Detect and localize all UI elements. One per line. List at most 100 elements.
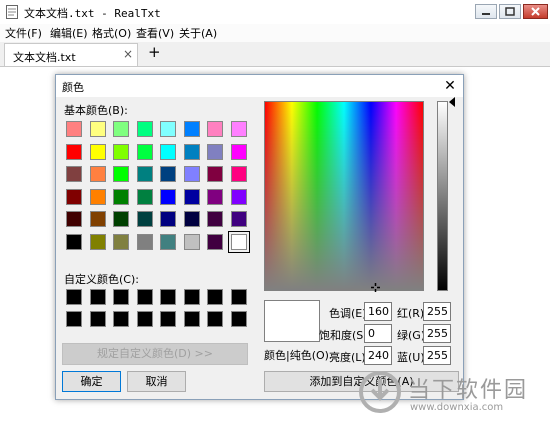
notepad-icon [6, 5, 18, 19]
minimize-button[interactable] [475, 4, 497, 19]
basic-color-swatch[interactable] [207, 211, 223, 227]
basic-color-swatch[interactable] [90, 144, 106, 160]
basic-color-swatch[interactable] [113, 144, 129, 160]
custom-color-swatch[interactable] [66, 311, 82, 327]
new-tab-button[interactable]: + [148, 43, 161, 61]
tab-bar: 文本文档.txt × + [0, 42, 550, 67]
custom-color-swatch[interactable] [160, 311, 176, 327]
basic-color-swatch[interactable] [231, 144, 247, 160]
basic-color-swatch[interactable] [137, 234, 153, 250]
custom-color-swatch[interactable] [231, 311, 247, 327]
basic-color-swatch[interactable] [66, 211, 82, 227]
custom-color-swatch[interactable] [137, 289, 153, 305]
basic-color-swatch[interactable] [66, 121, 82, 137]
basic-color-swatch[interactable] [184, 234, 200, 250]
color-dialog: 颜色 ✕ 基本颜色(B): 自定义颜色(C): 规定自定义颜色(D) >> 确定… [55, 74, 464, 400]
menu-about[interactable]: 关于(A) [179, 25, 217, 41]
cancel-button[interactable]: 取消 [127, 371, 186, 392]
menu-view[interactable]: 查看(V) [136, 25, 174, 41]
custom-color-swatch[interactable] [207, 311, 223, 327]
luminance-arrow-icon[interactable] [449, 97, 455, 107]
menu-bar: 文件(F) 编辑(E) 格式(O) 查看(V) 关于(A) [0, 24, 550, 42]
basic-color-swatch[interactable] [160, 144, 176, 160]
basic-color-swatch[interactable] [137, 166, 153, 182]
basic-color-swatch[interactable] [207, 144, 223, 160]
basic-color-swatch[interactable] [184, 166, 200, 182]
basic-color-swatch[interactable] [90, 211, 106, 227]
basic-color-swatch[interactable] [66, 166, 82, 182]
basic-color-swatch[interactable] [207, 166, 223, 182]
basic-color-swatch[interactable] [113, 121, 129, 137]
basic-color-swatch[interactable] [66, 234, 82, 250]
menu-file[interactable]: 文件(F) [5, 25, 42, 41]
ok-button[interactable]: 确定 [62, 371, 121, 392]
basic-color-swatch[interactable] [66, 144, 82, 160]
watermark-logo-icon [359, 371, 401, 413]
basic-color-swatch[interactable] [231, 189, 247, 205]
basic-color-swatch[interactable] [137, 189, 153, 205]
define-custom-colors-button: 规定自定义颜色(D) >> [62, 343, 248, 365]
basic-color-swatch[interactable] [207, 189, 223, 205]
basic-color-swatch[interactable] [160, 234, 176, 250]
custom-color-swatch[interactable] [231, 289, 247, 305]
basic-color-swatch[interactable] [113, 234, 129, 250]
basic-color-swatch[interactable] [160, 211, 176, 227]
basic-color-swatch[interactable] [137, 121, 153, 137]
custom-color-swatch[interactable] [160, 289, 176, 305]
basic-color-swatch[interactable] [137, 211, 153, 227]
basic-color-swatch[interactable] [90, 234, 106, 250]
basic-color-swatch[interactable] [160, 166, 176, 182]
close-window-button[interactable] [523, 4, 548, 19]
basic-color-swatch[interactable] [228, 231, 250, 253]
blue-input[interactable]: 255 [423, 346, 451, 365]
basic-color-swatch[interactable] [231, 166, 247, 182]
dialog-close-icon[interactable]: ✕ [440, 77, 460, 95]
custom-color-swatch[interactable] [66, 289, 82, 305]
basic-color-swatch[interactable] [90, 166, 106, 182]
color-spectrum[interactable] [264, 101, 424, 291]
basic-color-swatch[interactable] [90, 121, 106, 137]
tab-document[interactable]: 文本文档.txt × [4, 43, 138, 66]
basic-color-swatch[interactable] [207, 234, 223, 250]
basic-color-swatch[interactable] [184, 121, 200, 137]
custom-color-swatch[interactable] [184, 311, 200, 327]
basic-color-swatch[interactable] [231, 211, 247, 227]
custom-color-swatch[interactable] [113, 311, 129, 327]
dialog-title-bar: 颜色 ✕ [56, 75, 463, 97]
title-bar: 文本文档.txt - RealTxt [0, 0, 550, 25]
tab-close-icon[interactable]: × [123, 47, 133, 61]
basic-color-swatch[interactable] [160, 189, 176, 205]
minimize-icon [482, 13, 490, 15]
basic-color-swatch[interactable] [184, 211, 200, 227]
maximize-icon [505, 7, 515, 16]
close-icon [531, 7, 540, 16]
red-input[interactable]: 255 [423, 302, 451, 321]
custom-color-swatch[interactable] [137, 311, 153, 327]
basic-color-swatch[interactable] [184, 189, 200, 205]
basic-color-swatch[interactable] [90, 189, 106, 205]
custom-color-swatch[interactable] [90, 289, 106, 305]
basic-color-swatch[interactable] [231, 121, 247, 137]
hue-input[interactable]: 160 [364, 302, 392, 321]
custom-color-swatch[interactable] [184, 289, 200, 305]
dialog-title: 颜色 [62, 81, 84, 94]
custom-color-swatch[interactable] [207, 289, 223, 305]
menu-format[interactable]: 格式(O) [92, 25, 131, 41]
custom-color-swatch[interactable] [90, 311, 106, 327]
basic-color-swatch[interactable] [160, 121, 176, 137]
saturation-input[interactable]: 0 [364, 324, 392, 343]
custom-color-swatch[interactable] [113, 289, 129, 305]
basic-color-swatch[interactable] [184, 144, 200, 160]
maximize-button[interactable] [499, 4, 521, 19]
luminance-input[interactable]: 240 [364, 346, 392, 365]
basic-color-swatch[interactable] [207, 121, 223, 137]
basic-color-swatch[interactable] [113, 189, 129, 205]
menu-edit[interactable]: 编辑(E) [50, 25, 88, 41]
basic-color-swatch[interactable] [66, 189, 82, 205]
basic-color-swatch[interactable] [113, 211, 129, 227]
crosshair-icon [371, 283, 380, 292]
basic-color-swatch[interactable] [137, 144, 153, 160]
basic-color-swatch[interactable] [113, 166, 129, 182]
green-input[interactable]: 255 [423, 324, 451, 343]
luminance-slider[interactable] [437, 101, 448, 291]
